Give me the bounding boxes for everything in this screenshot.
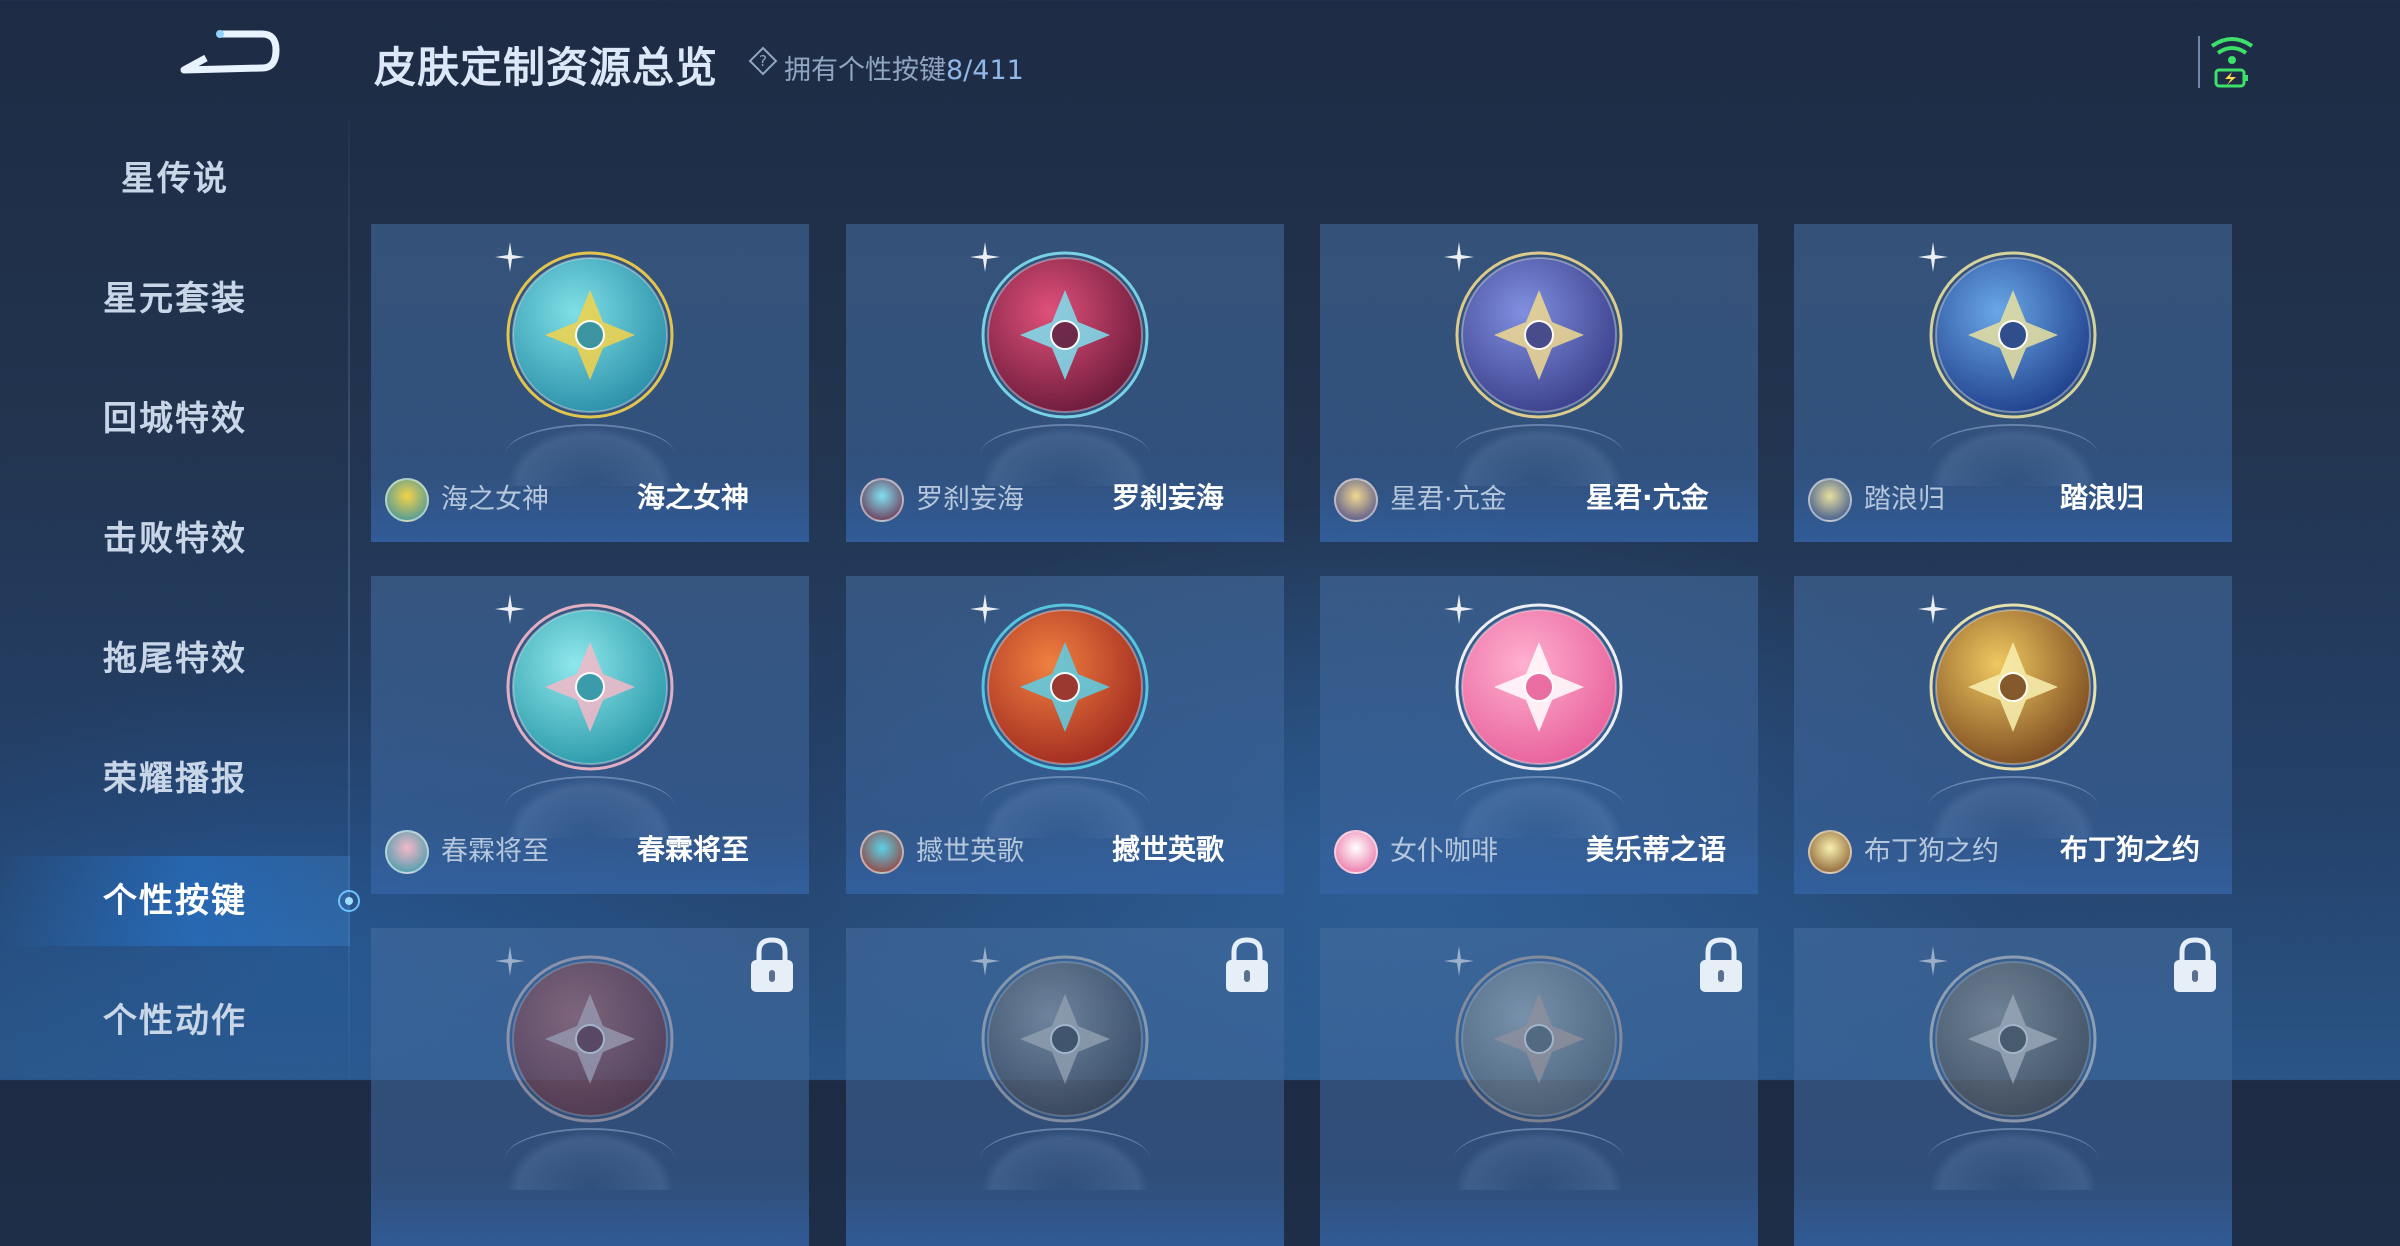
hero-name: 女仆咖啡 <box>1390 836 1498 867</box>
card-footer <box>1794 1176 2232 1246</box>
skin-name: 星君·亢金 <box>1586 481 1709 514</box>
celestial-horse-icon <box>1444 242 1624 420</box>
sidebar-item-custom-actions[interactable]: 个性动作 <box>0 976 350 1066</box>
skin-name: 撼世英歌 <box>1112 833 1225 866</box>
skin-card[interactable]: 踏浪归 踏浪归 <box>1794 224 2232 542</box>
owned-label: 拥有个性按键 <box>784 55 946 86</box>
sidebar-item-star-suit[interactable]: 星元套装 <box>0 254 350 344</box>
hero-name: 星君·亢金 <box>1390 484 1507 515</box>
sparkle-icon <box>1918 242 1948 272</box>
status-indicator <box>2196 32 2256 92</box>
skin-card[interactable]: 罗刹妄海 罗刹妄海 <box>846 224 1284 542</box>
skin-card[interactable]: 海之女神 海之女神 <box>371 224 809 542</box>
owned-count: 8/411 <box>946 55 1024 86</box>
red-rune-icon <box>495 946 675 1124</box>
active-indicator <box>338 890 360 912</box>
hero-name: 布丁狗之约 <box>1864 836 1999 867</box>
sidebar-item-trail-effect[interactable]: 拖尾特效 <box>0 614 350 704</box>
hero-name: 春霖将至 <box>441 836 549 867</box>
sparkle-icon <box>1918 946 1948 976</box>
hero-avatar <box>860 478 904 522</box>
sparkle-icon <box>970 594 1000 624</box>
hero-name: 撼世英歌 <box>916 836 1024 867</box>
svg-text:?: ? <box>759 52 767 70</box>
skin-name: 罗刹妄海 <box>1112 481 1225 514</box>
lock-icon <box>1220 936 1274 996</box>
skin-card-locked[interactable] <box>1320 928 1758 1246</box>
jade-cloud-icon <box>495 594 675 772</box>
skin-card[interactable]: 撼世英歌 撼世英歌 <box>846 576 1284 894</box>
skin-card-locked[interactable] <box>1794 928 2232 1246</box>
sidebar-item-star-legend[interactable]: 星传说 <box>0 134 350 224</box>
hero-avatar <box>385 830 429 874</box>
sidebar-item-custom-buttons[interactable]: 个性按键 <box>0 856 350 946</box>
bronze-clock-icon <box>1444 946 1624 1124</box>
card-footer <box>1320 1176 1758 1246</box>
hero-avatar <box>1808 478 1852 522</box>
hero-avatar <box>1334 478 1378 522</box>
lock-icon <box>1694 936 1748 996</box>
hero-avatar <box>860 830 904 874</box>
card-footer <box>1794 472 2232 542</box>
golden-ribbon-icon <box>1918 594 2098 772</box>
skin-card[interactable]: 女仆咖啡 美乐蒂之语 <box>1320 576 1758 894</box>
sparkle-icon <box>495 242 525 272</box>
skin-card[interactable]: 星君·亢金 星君·亢金 <box>1320 224 1758 542</box>
golden-flower-icon <box>495 242 675 420</box>
sparkle-icon <box>1444 594 1474 624</box>
skin-name: 美乐蒂之语 <box>1586 833 1727 866</box>
back-arrow-icon <box>180 30 280 74</box>
wifi-battery-icon <box>2198 36 2254 88</box>
fire-drum-icon <box>970 594 1150 772</box>
lock-icon <box>2168 936 2222 996</box>
help-icon[interactable]: ? <box>748 46 778 76</box>
hero-avatar <box>1808 830 1852 874</box>
skin-card-locked[interactable] <box>371 928 809 1246</box>
hero-name: 罗刹妄海 <box>916 484 1024 515</box>
crimson-blade-icon <box>970 242 1150 420</box>
sparkle-icon <box>970 242 1000 272</box>
hero-avatar <box>1334 830 1378 874</box>
sparkle-icon <box>970 946 1000 976</box>
sparkle-icon <box>1444 242 1474 272</box>
dark-warrior-icon <box>970 946 1150 1124</box>
sparkle-icon <box>1918 594 1948 624</box>
card-footer <box>371 1176 809 1246</box>
hero-avatar <box>385 478 429 522</box>
sidebar-item-recall-effect[interactable]: 回城特效 <box>0 374 350 464</box>
back-button[interactable] <box>176 28 286 88</box>
trident-icon <box>1918 242 2098 420</box>
page-title: 皮肤定制资源总览 <box>374 43 719 92</box>
bone-blade-icon <box>1918 946 2098 1124</box>
sparkle-icon <box>495 946 525 976</box>
sidebar-item-glory-broadcast[interactable]: 荣耀播报 <box>0 734 350 824</box>
skin-name: 布丁狗之约 <box>2060 833 2201 866</box>
skin-name: 海之女神 <box>637 481 750 514</box>
sidebar-item-kill-effect[interactable]: 击败特效 <box>0 494 350 584</box>
lock-icon <box>745 936 799 996</box>
my-melody-icon <box>1444 594 1624 772</box>
hero-name: 踏浪归 <box>1864 484 1945 515</box>
sparkle-icon <box>1444 946 1474 976</box>
owned-count-text: 拥有个性按键8/411 <box>784 48 1024 87</box>
skin-card[interactable]: 布丁狗之约 布丁狗之约 <box>1794 576 2232 894</box>
skin-card[interactable]: 春霖将至 春霖将至 <box>371 576 809 894</box>
hero-name: 海之女神 <box>441 484 549 515</box>
skin-name: 踏浪归 <box>2060 481 2145 514</box>
sparkle-icon <box>495 594 525 624</box>
skin-name: 春霖将至 <box>637 833 750 866</box>
card-footer <box>846 1176 1284 1246</box>
skin-card-locked[interactable] <box>846 928 1284 1246</box>
